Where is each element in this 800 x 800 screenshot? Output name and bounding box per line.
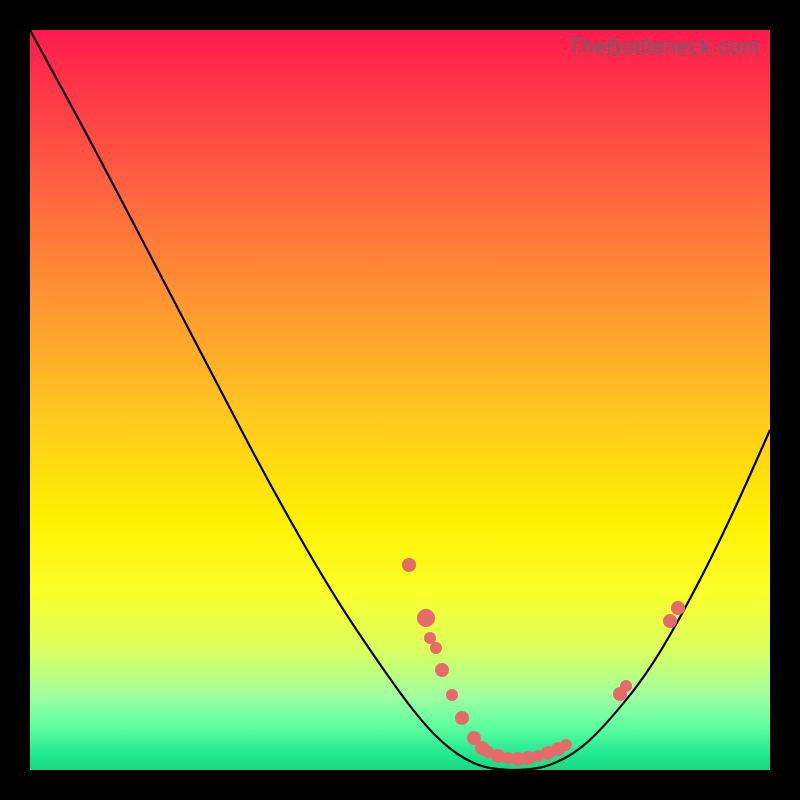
chart-marker	[430, 642, 442, 654]
chart-marker	[663, 614, 677, 628]
chart-marker	[402, 558, 416, 572]
chart-container: TheBottleneck.com	[0, 0, 800, 800]
bottleneck-curve	[30, 30, 770, 770]
plot-area: TheBottleneck.com	[30, 30, 770, 770]
curve-path	[30, 30, 770, 770]
chart-marker	[435, 663, 449, 677]
chart-marker	[446, 689, 458, 701]
chart-marker	[620, 680, 632, 692]
chart-marker	[560, 739, 572, 751]
chart-marker	[424, 632, 436, 644]
chart-marker	[455, 711, 469, 725]
chart-markers	[402, 558, 685, 766]
chart-marker	[417, 609, 435, 627]
chart-marker	[671, 601, 685, 615]
